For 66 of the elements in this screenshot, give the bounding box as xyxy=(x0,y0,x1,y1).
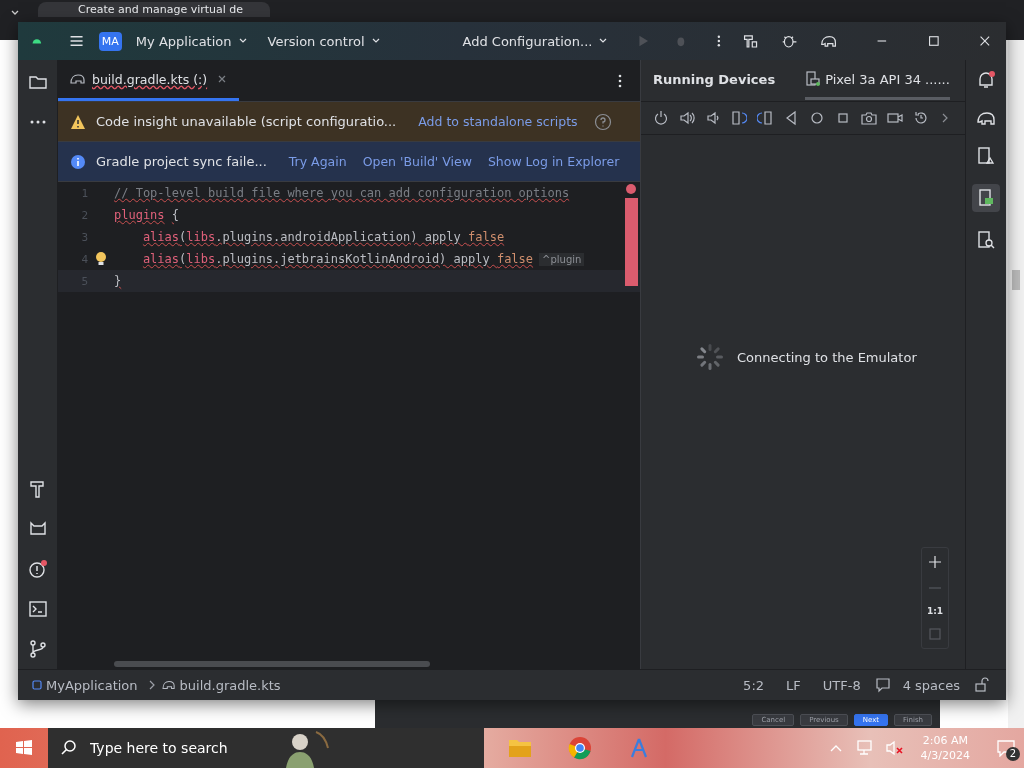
help-icon[interactable] xyxy=(593,112,612,131)
scrollbar[interactable] xyxy=(1008,40,1024,728)
banner-link[interactable]: Show Log in Explorer xyxy=(487,154,620,169)
overview-icon[interactable] xyxy=(835,110,851,126)
spinner-icon xyxy=(695,342,725,372)
code-line: plugins { xyxy=(114,208,180,222)
banner-message: Code insight unavailable (script configuratio... xyxy=(96,114,397,129)
volume-down-icon[interactable] xyxy=(705,110,721,126)
vcs-dropdown[interactable]: Version control xyxy=(261,33,387,49)
problems-icon[interactable] xyxy=(27,559,48,579)
close-icon[interactable] xyxy=(978,33,992,49)
close-icon[interactable] xyxy=(217,74,228,84)
device-search-icon[interactable] xyxy=(976,230,996,250)
device-icon[interactable] xyxy=(976,146,996,166)
breadcrumb[interactable]: MyApplication xyxy=(46,677,138,693)
info-icon xyxy=(70,153,86,170)
home-icon[interactable] xyxy=(809,110,825,126)
status-item[interactable]: 5:2 xyxy=(743,677,765,693)
device-icon xyxy=(976,188,996,208)
project-badge: MA xyxy=(98,31,122,51)
device-tab[interactable]: Pixel 3a API 34 ...... xyxy=(805,61,950,100)
power-icon[interactable] xyxy=(653,110,669,126)
camera-icon[interactable] xyxy=(861,110,877,126)
breadcrumb[interactable]: build.gradle.kts xyxy=(179,677,281,693)
device-icon xyxy=(805,71,822,87)
volume-up-icon[interactable] xyxy=(679,110,695,126)
actual-size-button[interactable]: 1:1 xyxy=(926,606,944,616)
status-item[interactable]: LF xyxy=(786,677,801,693)
error-icon[interactable] xyxy=(626,184,636,194)
video-icon[interactable] xyxy=(887,110,903,126)
status-item[interactable]: UTF-8 xyxy=(822,677,861,693)
warning-icon xyxy=(70,113,86,130)
lightbulb-icon[interactable] xyxy=(94,251,108,267)
search-icon[interactable] xyxy=(60,739,78,757)
banner-message: Gradle project sync faile... xyxy=(96,154,267,169)
browser-tab[interactable]: Create and manage virtual de xyxy=(38,2,270,17)
rotate-left-icon[interactable] xyxy=(731,110,747,126)
windows-icon xyxy=(15,739,33,757)
code-line: alias(libs.plugins.jetbrainsKotlinAndroid) apply false ^plugin xyxy=(114,252,585,266)
maximize-icon[interactable] xyxy=(926,33,941,49)
rotate-right-icon[interactable] xyxy=(757,110,773,126)
module-icon xyxy=(32,680,42,690)
panel-title[interactable]: Running Devices xyxy=(653,61,776,100)
status-message: Connecting to the Emulator xyxy=(737,349,917,365)
status-item[interactable]: 4 spaces xyxy=(902,677,960,693)
zoom-in-icon[interactable] xyxy=(927,554,943,570)
comment-icon[interactable] xyxy=(874,677,891,693)
code-line: alias(libs.plugins.androidApplication) apply false xyxy=(141,230,505,244)
banner-link[interactable]: Open 'Build' View xyxy=(362,154,472,169)
bell-icon[interactable] xyxy=(976,70,996,90)
scrollbar-thumb[interactable] xyxy=(114,661,430,667)
reset-icon[interactable] xyxy=(913,110,929,126)
code-line: // Top-level build file where you can add configuration options xyxy=(114,186,570,200)
volume-muted-icon[interactable] xyxy=(884,739,905,757)
terminal-icon[interactable] xyxy=(27,599,48,619)
project-dropdown[interactable]: My Application xyxy=(129,33,254,49)
banner-link[interactable]: Add to standalone scripts xyxy=(418,114,578,129)
run-config-dropdown[interactable]: Add Configuration... xyxy=(456,33,615,49)
code-line: } xyxy=(114,274,122,288)
git-branch-icon[interactable] xyxy=(27,639,48,659)
unlock-icon[interactable] xyxy=(974,677,990,693)
running-devices-button[interactable] xyxy=(972,184,1000,212)
search-field[interactable]: Type here to search xyxy=(88,739,262,757)
browser-icon[interactable] xyxy=(568,736,592,760)
message-icon xyxy=(996,739,1016,757)
banner-link[interactable]: Try Again xyxy=(288,154,347,169)
